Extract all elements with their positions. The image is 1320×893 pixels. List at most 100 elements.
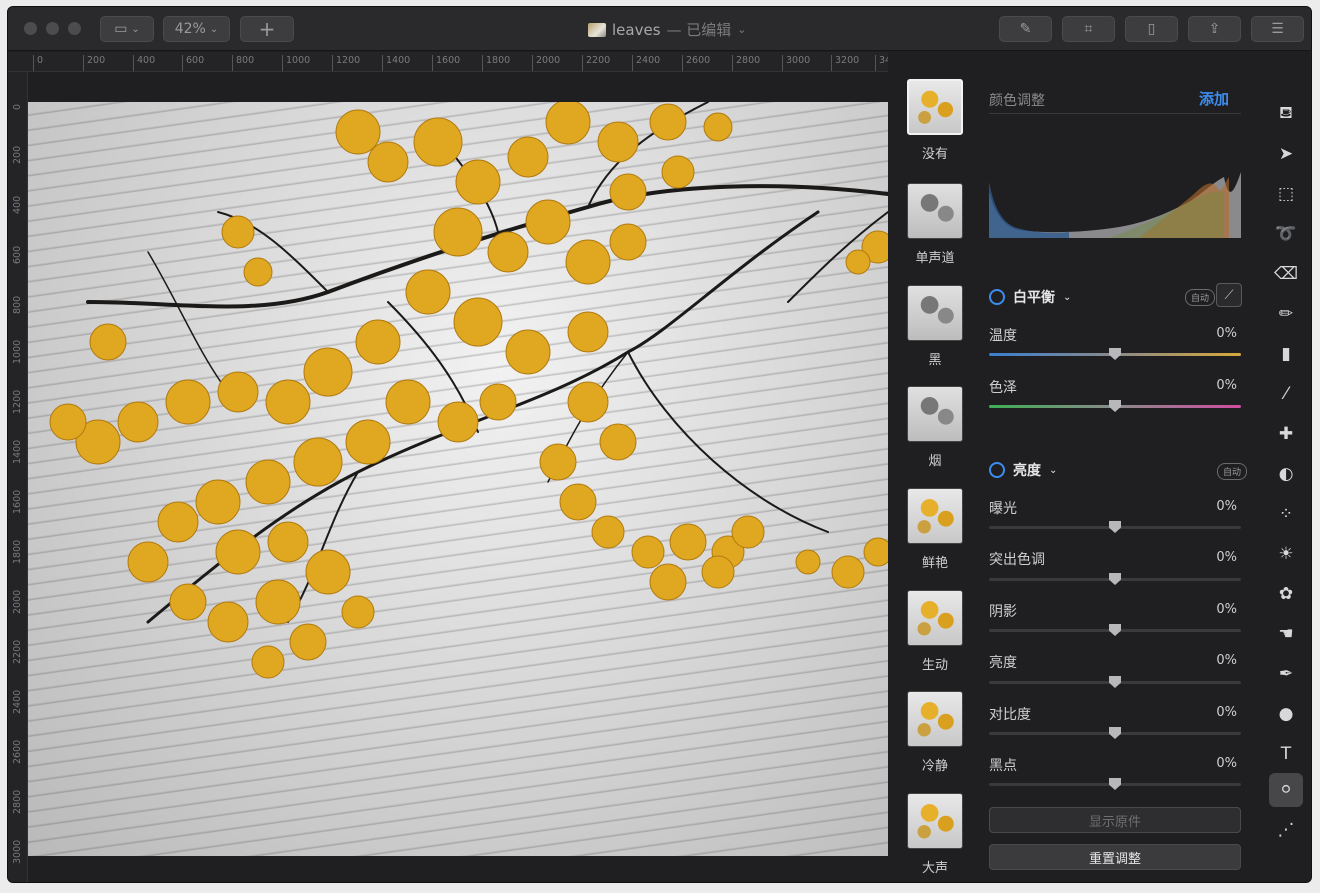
white-balance-section-toggle[interactable]: 白平衡 ⌄: [989, 287, 1071, 307]
title-bar: ▭ ⌄ 42% ⌄ + leaves — 已编辑 ⌄ ✎ ⌗ ▯ ⇪ ☰: [8, 7, 1311, 51]
slider-thumb[interactable]: [1109, 676, 1121, 688]
ruler-tick: 1200: [332, 55, 360, 71]
section-enable-toggle[interactable]: [989, 289, 1005, 305]
ruler-tick: 0: [33, 55, 43, 71]
ruler-tick: 2400: [12, 689, 23, 714]
ruler-tick: 2000: [12, 589, 23, 614]
preset-label: 冷静: [921, 759, 948, 774]
preset-label: 鲜艳: [921, 556, 948, 571]
add-adjustment-button[interactable]: 添加: [1199, 88, 1229, 109]
preset-item[interactable]: 生动: [905, 590, 965, 673]
clone-icon[interactable]: ◐: [1272, 460, 1300, 488]
tint-slider[interactable]: [989, 400, 1241, 412]
ruler-tick: 2400: [632, 55, 660, 71]
ruler-tick: 400: [12, 195, 23, 214]
color-mix-icon[interactable]: ✿: [1272, 580, 1300, 608]
blur-icon[interactable]: ⁘: [1272, 500, 1300, 528]
image-canvas[interactable]: [28, 102, 888, 856]
crop-button[interactable]: ⌗: [1062, 16, 1115, 42]
preset-item[interactable]: 鲜艳: [905, 488, 965, 571]
slider-thumb[interactable]: [1109, 400, 1121, 412]
preset-item[interactable]: 冷静: [905, 691, 965, 774]
share-button[interactable]: ⇪: [1188, 16, 1241, 42]
eyedropper-icon: ⟋: [1224, 287, 1234, 303]
chevron-down-icon: ⌄: [131, 23, 140, 35]
slider-value: 0%: [1216, 326, 1237, 341]
eraser-icon[interactable]: ⌫: [1272, 260, 1300, 288]
brightness-section-toggle[interactable]: 亮度 ⌄: [989, 460, 1057, 480]
zoom-value: 42%: [174, 21, 206, 37]
ruler-tick: 2800: [12, 789, 23, 814]
preset-thumbnail: [907, 691, 963, 747]
section-enable-toggle[interactable]: [989, 462, 1005, 478]
preset-item[interactable]: 黑: [905, 285, 965, 368]
slider-value: 0%: [1216, 756, 1237, 771]
black-point-slider[interactable]: [989, 778, 1241, 790]
add-layer-button[interactable]: +: [240, 16, 294, 42]
text-icon[interactable]: T: [1272, 740, 1300, 768]
shape-icon[interactable]: ●: [1272, 700, 1300, 728]
highlights-slider[interactable]: [989, 573, 1241, 585]
histogram: [989, 172, 1241, 238]
ruler-tick: 0: [12, 103, 23, 110]
slider-thumb[interactable]: [1109, 521, 1121, 533]
exposure-slider[interactable]: [989, 521, 1241, 533]
share-icon: ⇪: [1208, 21, 1221, 37]
ruler-tick: 600: [182, 55, 204, 71]
close-window-button[interactable]: [24, 22, 37, 35]
slider-label: 温度: [989, 328, 1017, 344]
rect-select-icon[interactable]: ⬚: [1272, 180, 1300, 208]
slider-label: 对比度: [989, 707, 1031, 723]
noise-icon[interactable]: ⋰: [1272, 816, 1300, 844]
ruler-tick: 400: [133, 55, 155, 71]
show-original-button[interactable]: 显示原件: [989, 807, 1241, 833]
adjustments-button[interactable]: ☰: [1251, 16, 1304, 42]
document-title[interactable]: leaves — 已编辑 ⌄: [588, 19, 747, 40]
smudge-icon[interactable]: ⁄: [1272, 380, 1300, 408]
arrow-select-icon[interactable]: ➤: [1272, 140, 1300, 168]
markup-button[interactable]: ✎: [999, 16, 1052, 42]
slider-thumb[interactable]: [1109, 348, 1121, 360]
ruler-tick: 2600: [12, 739, 23, 764]
brush-icon[interactable]: ✏: [1272, 300, 1300, 328]
fill-icon[interactable]: ▮: [1272, 340, 1300, 368]
pen-icon[interactable]: ✒: [1272, 660, 1300, 688]
preset-item[interactable]: 大声: [905, 793, 965, 876]
slider-thumb[interactable]: [1109, 727, 1121, 739]
preset-item[interactable]: 单声道: [905, 183, 965, 266]
eyedropper-button[interactable]: ⟋: [1216, 283, 1242, 307]
paint-bucket-icon[interactable]: ⛾: [1272, 100, 1300, 128]
color-adjust-icon[interactable]: ⚪: [1269, 773, 1303, 807]
preset-item[interactable]: 烟: [905, 386, 965, 469]
slider-value: 0%: [1216, 499, 1237, 514]
brightness-auto-button[interactable]: 自动: [1216, 463, 1247, 480]
ruler-tick: 1400: [382, 55, 410, 71]
shadows-slider[interactable]: [989, 624, 1241, 636]
ruler-tick: 3000: [12, 839, 23, 864]
bandage-icon[interactable]: ✚: [1272, 420, 1300, 448]
sidebar-toggle-button[interactable]: ▭ ⌄: [100, 16, 154, 42]
slider-thumb[interactable]: [1109, 573, 1121, 585]
section-title: 亮度: [1013, 463, 1041, 479]
sun-icon[interactable]: ☀: [1272, 540, 1300, 568]
lasso-icon[interactable]: ➰: [1272, 220, 1300, 248]
preset-label: 单声道: [915, 251, 955, 266]
slider-label: 曝光: [989, 501, 1017, 517]
ruler-tick: 800: [232, 55, 254, 71]
document-button[interactable]: ▯: [1125, 16, 1178, 42]
hand-retouch-icon[interactable]: ☚: [1272, 620, 1300, 648]
ruler-tick: 1800: [482, 55, 510, 71]
preset-label: 没有: [921, 147, 948, 162]
reset-adjustments-button[interactable]: 重置调整: [989, 844, 1241, 870]
slider-thumb[interactable]: [1109, 778, 1121, 790]
contrast-slider[interactable]: [989, 727, 1241, 739]
brightness-slider[interactable]: [989, 676, 1241, 688]
temperature-slider[interactable]: [989, 348, 1241, 360]
slider-thumb[interactable]: [1109, 624, 1121, 636]
preset-item[interactable]: 没有: [905, 79, 965, 162]
white-balance-auto-button[interactable]: 自动: [1184, 289, 1215, 306]
minimize-window-button[interactable]: [46, 22, 59, 35]
zoom-dropdown[interactable]: 42% ⌄: [163, 16, 230, 42]
slider-label: 亮度: [989, 655, 1017, 671]
zoom-window-button[interactable]: [68, 22, 81, 35]
